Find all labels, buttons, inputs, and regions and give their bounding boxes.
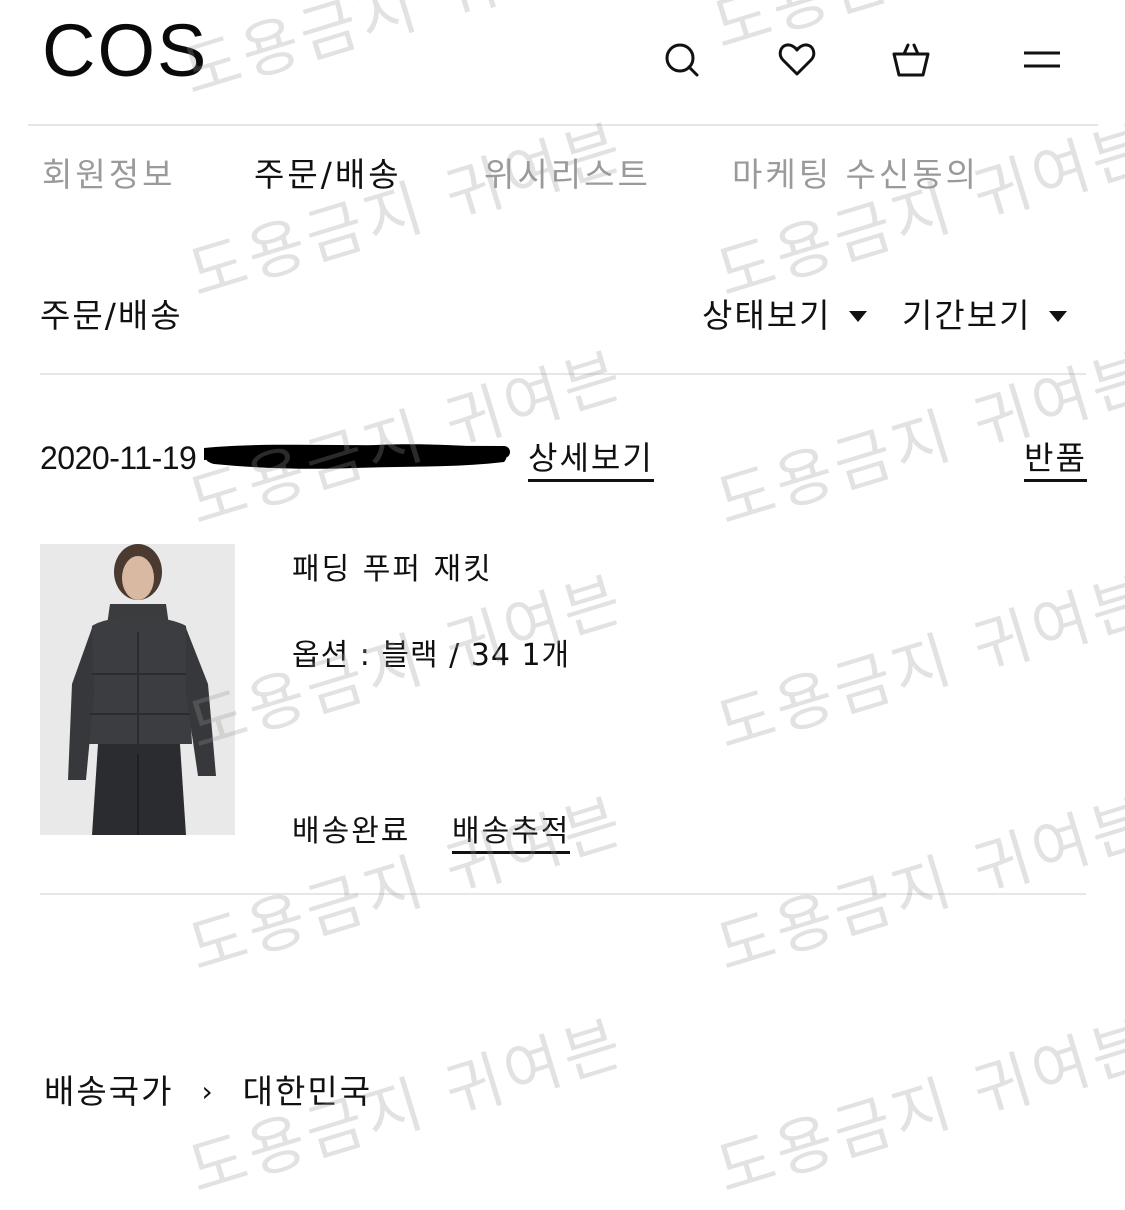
- tab-orders[interactable]: 주문/배송: [254, 150, 402, 200]
- order-detail-label: 상세보기: [528, 439, 654, 482]
- period-filter-dropdown[interactable]: 기간보기: [902, 292, 1068, 340]
- shipping-country-label: 배송국가: [44, 1072, 174, 1111]
- watermark: 도용금지 귀여븐: [708, 783, 1125, 986]
- tab-member-info[interactable]: 회원정보: [42, 150, 175, 200]
- product-option: 옵션 : 블랙 / 34 1개: [292, 638, 571, 673]
- shipping-country-value: 대한민국: [242, 1072, 373, 1111]
- section-divider: [40, 373, 1086, 375]
- basket-icon[interactable]: [887, 36, 935, 84]
- watermark: 도용금지 귀여븐: [180, 783, 633, 986]
- return-label: 반품: [1024, 439, 1087, 482]
- heart-icon[interactable]: [773, 36, 821, 84]
- order-detail-link[interactable]: 상세보기: [528, 436, 654, 482]
- cos-logo[interactable]: COS: [42, 14, 208, 88]
- return-link[interactable]: 반품: [1024, 436, 1087, 482]
- chevron-right-icon: ›: [201, 1075, 215, 1108]
- product-image[interactable]: [40, 544, 235, 835]
- tracking-link[interactable]: 배송추적: [452, 810, 571, 854]
- shipping-country-selector[interactable]: 배송국가 › 대한민국: [44, 1068, 372, 1116]
- status-filter-label: 상태보기: [702, 296, 832, 335]
- period-filter-label: 기간보기: [902, 296, 1032, 335]
- tracking-label: 배송추적: [452, 814, 571, 854]
- watermark: 도용금지 귀여븐: [174, 0, 627, 110]
- header-divider: [28, 124, 1098, 126]
- order-date: 2020-11-19: [40, 440, 197, 476]
- menu-icon[interactable]: [1018, 36, 1066, 84]
- delivery-status: 배송완료: [292, 814, 411, 849]
- account-tabs: 회원정보 주문/배송 위시리스트 마케팅 수신동의: [0, 150, 1125, 200]
- watermark: 도용금지 귀여븐: [708, 1005, 1125, 1208]
- status-filter-dropdown[interactable]: 상태보기: [702, 292, 868, 340]
- watermark: 도용금지 귀여븐: [180, 109, 633, 312]
- tab-marketing-consent[interactable]: 마케팅 수신동의: [732, 150, 979, 200]
- watermark: 도용금지 귀여븐: [708, 337, 1125, 540]
- section-title: 주문/배송: [40, 296, 183, 335]
- product-name[interactable]: 패딩 푸퍼 재킷: [292, 548, 493, 592]
- watermark: 도용금지 귀여븐: [708, 561, 1125, 764]
- caret-down-icon: [1049, 310, 1068, 322]
- caret-down-icon: [849, 310, 868, 322]
- order-divider: [40, 893, 1086, 895]
- watermark: 도용금지 귀여븐: [708, 109, 1125, 312]
- redaction-scribble: [198, 438, 512, 472]
- watermark: 도용금지 귀여븐: [180, 337, 633, 540]
- tab-wishlist[interactable]: 위시리스트: [484, 150, 651, 200]
- search-icon[interactable]: [658, 36, 706, 84]
